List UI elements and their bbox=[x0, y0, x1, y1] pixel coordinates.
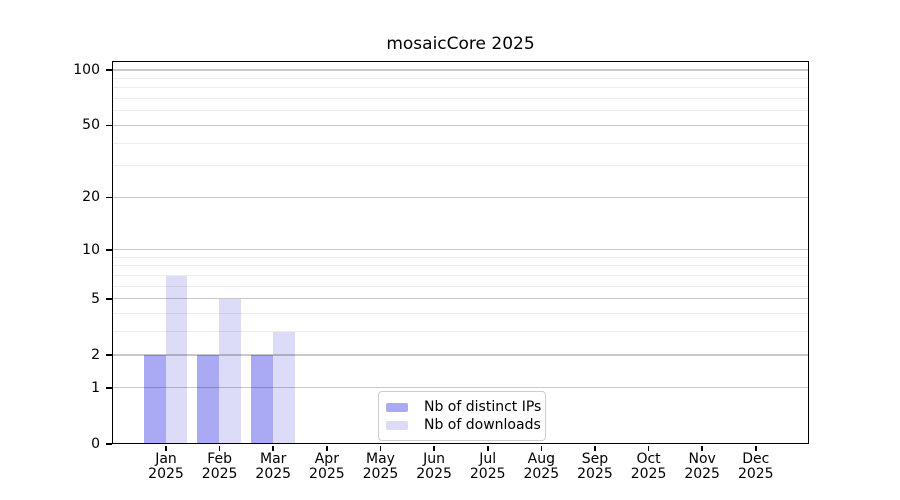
y-tick-label-100: 100 bbox=[73, 62, 100, 79]
y-tick-2 bbox=[106, 354, 112, 356]
y-tick-20 bbox=[106, 196, 112, 199]
y-tick-label-1: 1 bbox=[91, 379, 100, 396]
x-tick-aug bbox=[540, 445, 543, 451]
x-tick-dec bbox=[754, 445, 757, 451]
y-tick-50 bbox=[106, 124, 112, 127]
y-tick-label-5: 5 bbox=[91, 290, 100, 307]
x-tick-nov bbox=[701, 445, 703, 451]
y-tick-0 bbox=[106, 443, 112, 445]
x-tick-may bbox=[379, 445, 382, 451]
y-tick-label-50: 50 bbox=[82, 117, 100, 134]
legend-swatch-downloads-icon bbox=[386, 420, 408, 430]
legend-label-downloads: Nb of downloads bbox=[424, 417, 541, 433]
x-tick-jan bbox=[165, 445, 167, 451]
x-tick-jun bbox=[433, 445, 435, 451]
legend: Nb of distinct IPs Nb of downloads bbox=[378, 391, 546, 441]
y-tick-label-10: 10 bbox=[82, 241, 100, 258]
x-tick-mar bbox=[272, 445, 275, 451]
y-tick-label-20: 20 bbox=[82, 189, 100, 206]
legend-swatch-distinct-ips-icon bbox=[386, 402, 408, 412]
y-tick-label-0: 0 bbox=[91, 436, 100, 452]
x-tick-oct bbox=[647, 445, 650, 451]
x-tick-jul bbox=[486, 445, 489, 451]
y-tick-10 bbox=[106, 248, 112, 251]
legend-item-downloads: Nb of downloads bbox=[386, 416, 541, 434]
legend-item-distinct-ips: Nb of distinct IPs bbox=[386, 398, 542, 416]
x-tick-sep bbox=[594, 445, 596, 451]
x-tick-label-dec: Dec 2025 bbox=[737, 451, 774, 482]
y-tick-1 bbox=[106, 387, 112, 389]
chart-canvas: mosaicCore 2025 0 1 2 5 10 20 50 100 Jan 2025 Feb 2… bbox=[0, 0, 900, 500]
y-tick-100 bbox=[106, 69, 112, 71]
y-tick-5 bbox=[106, 298, 112, 300]
y-tick-label-2: 2 bbox=[91, 346, 100, 363]
x-tick-feb bbox=[218, 445, 221, 451]
x-tick-apr bbox=[326, 445, 328, 451]
legend-label-distinct-ips: Nb of distinct IPs bbox=[424, 399, 542, 415]
